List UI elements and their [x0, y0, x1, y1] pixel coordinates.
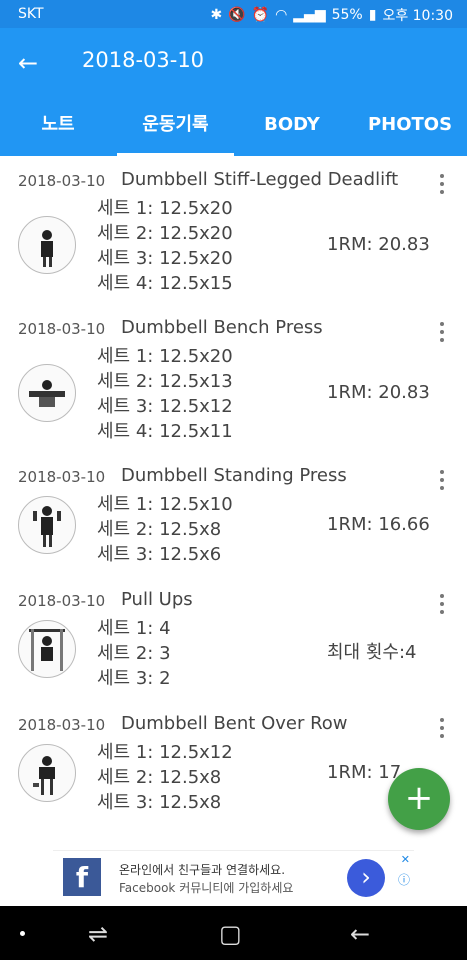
set-row: 세트 3: 12.5x12	[97, 396, 233, 417]
set-row: 세트 2: 12.5x20	[97, 223, 233, 244]
back-icon[interactable]: ←	[350, 920, 370, 948]
more-options-icon[interactable]	[439, 718, 445, 742]
facebook-ad-banner[interactable]: f 온라인에서 친구들과 연결하세요. Facebook 커뮤니티에 가입하세요…	[53, 850, 414, 905]
exercise-name: Pull Ups	[121, 589, 193, 610]
exercise-name: Dumbbell Stiff-Legged Deadlift	[121, 169, 399, 190]
info-icon[interactable]: ⓘ	[398, 871, 410, 888]
one-rep-max: 1RM: 20.83	[327, 234, 430, 255]
battery-label: 55%	[331, 7, 363, 23]
workout-card[interactable]: 2018-03-10 Dumbbell Bench Press 세트 1: 12…	[0, 304, 467, 452]
more-options-icon[interactable]	[439, 322, 445, 346]
home-icon[interactable]: ▢	[219, 920, 242, 948]
workout-date: 2018-03-10	[18, 592, 106, 610]
app-bar: ← 2018-03-10	[0, 28, 467, 96]
bluetooth-icon: ✱	[210, 7, 223, 23]
close-icon[interactable]: ✕	[401, 853, 410, 866]
set-row: 세트 3: 12.5x20	[97, 248, 233, 269]
more-options-icon[interactable]	[439, 174, 445, 198]
max-reps: 최대 횟수:4	[327, 642, 417, 663]
set-row: 세트 2: 12.5x13	[97, 371, 233, 392]
set-row: 세트 3: 12.5x6	[97, 544, 222, 565]
workout-date: 2018-03-10	[18, 468, 106, 486]
exercise-thumbnail	[18, 364, 76, 422]
workout-card[interactable]: 2018-03-10 Dumbbell Stiff-Legged Deadlif…	[0, 156, 467, 304]
facebook-logo: f	[63, 858, 101, 896]
status-bar: SKT ✱ 🔇 ⏰ ◠ ▂▄▆ 55% ▮ 오후 10:30	[0, 0, 467, 28]
exercise-thumbnail	[18, 620, 76, 678]
set-row: 세트 3: 2	[97, 668, 171, 689]
tab-workout-log[interactable]: 운동기록	[117, 96, 234, 156]
exercise-name: Dumbbell Bent Over Row	[121, 713, 348, 734]
signal-icon: ▂▄▆	[293, 7, 326, 23]
set-row: 세트 2: 12.5x8	[97, 519, 222, 540]
set-row: 세트 1: 12.5x20	[97, 346, 233, 367]
recent-apps-icon[interactable]: ⇌	[88, 920, 108, 948]
one-rep-max: 1RM: 17	[327, 762, 402, 783]
set-row: 세트 1: 12.5x20	[97, 198, 233, 219]
ad-open-button[interactable]: ›	[347, 859, 385, 897]
exercise-thumbnail	[18, 216, 76, 274]
more-options-icon[interactable]	[439, 470, 445, 494]
tab-photos[interactable]: PHOTOS	[360, 96, 460, 156]
set-row: 세트 4: 12.5x11	[97, 421, 233, 442]
workout-card[interactable]: 2018-03-10 Dumbbell Standing Press 세트 1:…	[0, 452, 467, 576]
carrier-label: SKT	[18, 6, 44, 22]
workout-card[interactable]: 2018-03-10 Pull Ups 세트 1: 4 세트 2: 3 세트 3…	[0, 576, 467, 700]
exercise-thumbnail	[18, 496, 76, 554]
workout-date: 2018-03-10	[18, 172, 106, 190]
tab-bar: 노트 운동기록 BODY PHOTOS	[0, 96, 467, 156]
ad-subline: Facebook 커뮤니티에 가입하세요	[119, 881, 294, 895]
exercise-name: Dumbbell Standing Press	[121, 465, 347, 486]
nav-indicator-icon	[20, 931, 25, 936]
system-nav-bar: ⇌ ▢ ←	[0, 906, 467, 960]
set-row: 세트 1: 4	[97, 618, 171, 639]
exercise-thumbnail	[18, 744, 76, 802]
exercise-name: Dumbbell Bench Press	[121, 317, 323, 338]
workout-date: 2018-03-10	[18, 716, 106, 734]
set-row: 세트 2: 3	[97, 643, 171, 664]
set-row: 세트 3: 12.5x8	[97, 792, 222, 813]
one-rep-max: 1RM: 20.83	[327, 382, 430, 403]
tab-body[interactable]: BODY	[246, 96, 338, 156]
set-row: 세트 1: 12.5x12	[97, 742, 233, 763]
set-row: 세트 1: 12.5x10	[97, 494, 233, 515]
tab-notes[interactable]: 노트	[20, 96, 96, 156]
wifi-icon: ◠	[275, 7, 288, 23]
clock-label: 오후 10:30	[382, 8, 453, 24]
workout-list: 2018-03-10 Dumbbell Stiff-Legged Deadlif…	[0, 156, 467, 824]
more-options-icon[interactable]	[439, 594, 445, 618]
battery-icon: ▮	[368, 7, 377, 23]
arrow-left-icon[interactable]: ←	[18, 48, 48, 78]
alarm-icon: ⏰	[251, 7, 270, 23]
one-rep-max: 1RM: 16.66	[327, 514, 430, 535]
add-workout-button[interactable]: +	[388, 768, 450, 830]
mute-icon: 🔇	[228, 7, 246, 23]
page-title: 2018-03-10	[82, 48, 205, 72]
ad-headline: 온라인에서 친구들과 연결하세요.	[119, 863, 286, 877]
set-row: 세트 4: 12.5x15	[97, 273, 233, 294]
workout-date: 2018-03-10	[18, 320, 106, 338]
set-row: 세트 2: 12.5x8	[97, 767, 222, 788]
